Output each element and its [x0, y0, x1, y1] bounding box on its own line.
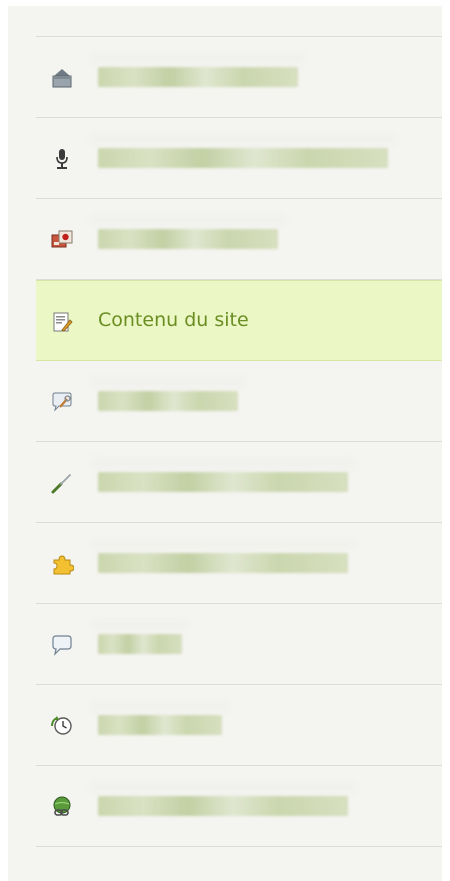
menu-item-microphone[interactable] [36, 118, 442, 199]
menu-item-label-obscured [98, 391, 238, 411]
chat-wrench-icon [50, 390, 74, 414]
menu-item-home[interactable] [36, 37, 442, 118]
menu-item-label-obscured [98, 148, 388, 168]
screwdriver-icon [50, 471, 74, 495]
menu-item-comment-tools[interactable] [36, 361, 442, 442]
menu-item-site-content[interactable]: Contenu du site [36, 280, 442, 361]
menu-item-label-obscured [98, 553, 348, 573]
menu-item-tools[interactable] [36, 442, 442, 523]
menu-item-label-obscured [98, 634, 182, 654]
menu-item-network[interactable] [36, 766, 442, 847]
menu-item-label-obscured [98, 715, 222, 735]
sidebar-panel: Contenu du site [8, 6, 442, 881]
menu-item-history[interactable] [36, 685, 442, 766]
menu-item-plugins[interactable] [36, 523, 442, 604]
menu-item-comments[interactable] [36, 604, 442, 685]
menu-item-label-obscured [98, 472, 348, 492]
menu-item-label: Contenu du site [98, 309, 249, 331]
media-icon [50, 228, 74, 252]
puzzle-icon [50, 552, 74, 576]
speech-bubble-icon [50, 633, 74, 657]
menu-item-label-obscured [98, 67, 298, 87]
home-icon [50, 66, 74, 90]
globe-link-icon [50, 795, 74, 819]
clock-arrow-icon [50, 714, 74, 738]
sidebar-menu: Contenu du site [36, 36, 442, 847]
menu-item-media[interactable] [36, 199, 442, 280]
microphone-icon [50, 147, 74, 171]
menu-item-label-obscured [98, 796, 348, 816]
menu-item-label-obscured [98, 229, 278, 249]
document-edit-icon [50, 310, 74, 334]
